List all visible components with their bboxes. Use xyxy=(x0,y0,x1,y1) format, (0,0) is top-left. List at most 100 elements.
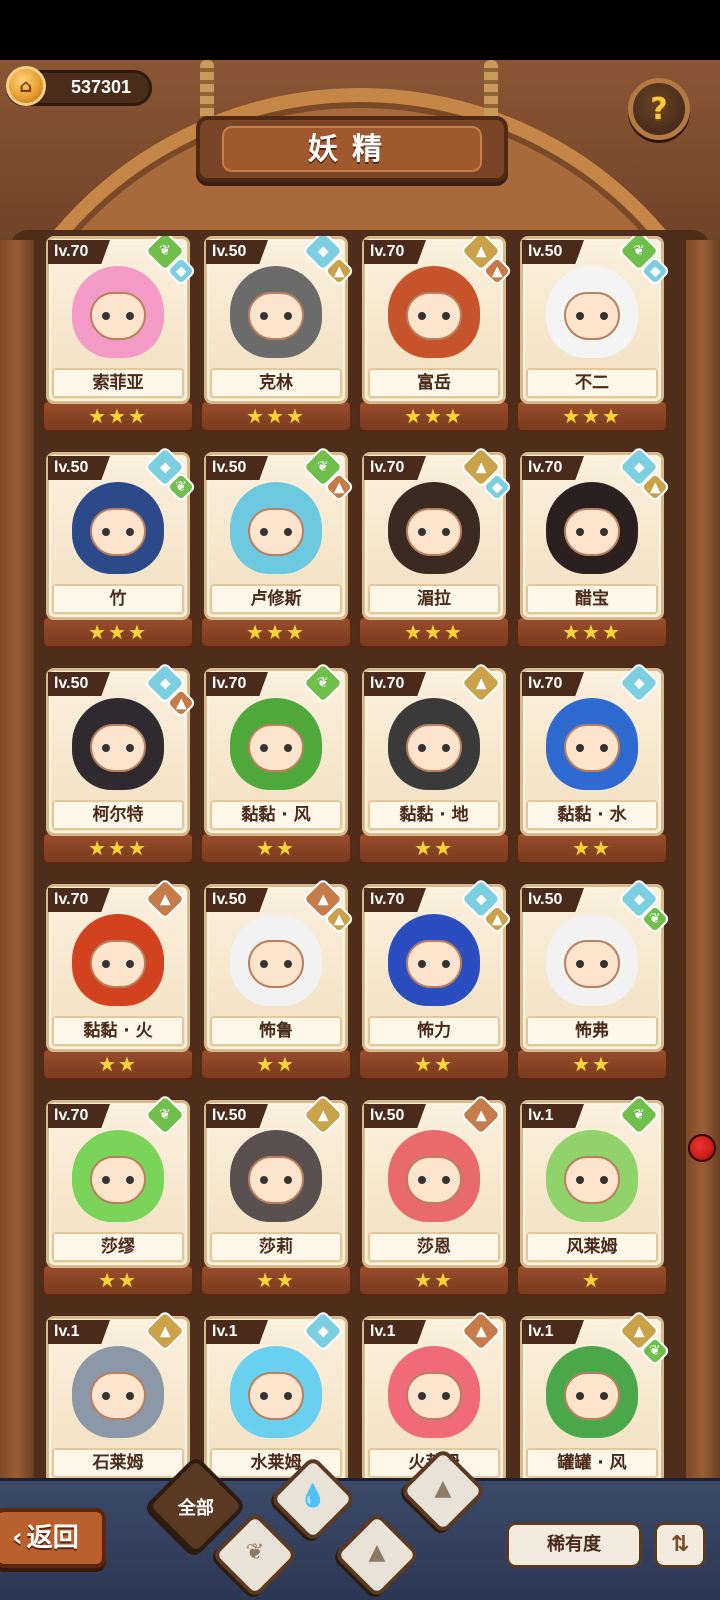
fairy-card[interactable]: lv.70 ◆ ▲ 怖力 ★★ xyxy=(358,877,513,1080)
grass-element-glyph: ❦ xyxy=(175,478,187,495)
water-drop-icon: 💧 xyxy=(299,1484,327,1509)
fairy-card[interactable]: lv.50 ❦ ▲ 卢修斯 ★★★ xyxy=(200,445,355,648)
fairy-eye xyxy=(284,744,292,752)
level-badge: lv.70 xyxy=(364,456,426,480)
fairy-card[interactable]: lv.50 ▲ 莎莉 ★★ xyxy=(200,1093,352,1296)
fairy-name: 莎缪 xyxy=(52,1232,184,1262)
grass-element-glyph: ❦ xyxy=(317,674,329,691)
fairy-card[interactable]: lv.70 ❦ 莎缪 ★★ xyxy=(42,1093,194,1296)
fairy-card[interactable]: lv.50 ◆ ❦ 怖弗 ★★ xyxy=(516,877,671,1080)
star-rating: ★★★ xyxy=(562,620,622,644)
star-rating: ★★★ xyxy=(404,404,464,428)
fairy-name: 黏黏 · 风 xyxy=(210,800,342,830)
water-element-glyph: ◆ xyxy=(475,891,487,907)
fairy-eye xyxy=(126,744,134,752)
page-title: 妖精 xyxy=(222,126,482,172)
rarity-sort-button[interactable]: 稀有度 xyxy=(506,1522,642,1568)
fairy-card[interactable]: lv.70 ◆ ▲ 醋宝 ★★★ xyxy=(516,445,671,648)
fairy-card[interactable]: lv.70 ◆ 黏黏 · 水 ★★ xyxy=(516,661,668,864)
fairy-face xyxy=(564,292,620,340)
fairy-name: 竹 xyxy=(52,584,184,614)
fairy-name: 黏黏 · 地 xyxy=(368,800,500,830)
level-badge: lv.50 xyxy=(206,240,268,264)
fairy-name: 黏黏 · 水 xyxy=(526,800,658,830)
fairy-eye xyxy=(126,528,134,536)
fairy-eye xyxy=(102,1392,110,1400)
fairy-face xyxy=(406,508,462,556)
fairy-eye xyxy=(284,960,292,968)
star-rating: ★ xyxy=(582,1268,602,1292)
coin-amount: 537301 xyxy=(70,77,132,97)
fairy-card[interactable]: lv.70 ▲ 黏黏 · 火 ★★ xyxy=(42,877,194,1080)
fairy-face xyxy=(248,292,304,340)
fairy-eye xyxy=(260,528,268,536)
earth-element-glyph: ▲ xyxy=(333,263,345,279)
fairy-card[interactable]: lv.50 ▲ ▲ 怖鲁 ★★ xyxy=(200,877,355,1080)
fire-element-glyph: ▲ xyxy=(175,695,187,711)
level-badge: lv.50 xyxy=(206,1104,268,1128)
fairy-card[interactable]: lv.70 ❦ 黏黏 · 风 ★★ xyxy=(200,661,352,864)
star-rating: ★★ xyxy=(572,1052,612,1076)
fairy-card[interactable]: lv.50 ◆ ❦ 竹 ★★★ xyxy=(42,445,197,648)
fairy-eye xyxy=(284,312,292,320)
grass-element-glyph: ❦ xyxy=(317,458,329,475)
level-badge: lv.70 xyxy=(364,672,426,696)
fairy-eye xyxy=(260,960,268,968)
fairy-face xyxy=(406,940,462,988)
fairy-eye xyxy=(260,1392,268,1400)
ladybug-icon[interactable] xyxy=(688,1134,716,1162)
fairy-card[interactable]: lv.50 ◆ ▲ 克林 ★★★ xyxy=(200,236,355,432)
fairy-eye xyxy=(102,960,110,968)
fairy-face xyxy=(564,1372,620,1420)
back-button[interactable]: ‹ 返回 xyxy=(0,1508,106,1568)
fairy-face xyxy=(90,724,146,772)
fairy-eye xyxy=(418,312,426,320)
fairy-face xyxy=(248,508,304,556)
fairy-eye xyxy=(600,312,608,320)
right-pillar xyxy=(686,240,720,1540)
help-button[interactable]: ? xyxy=(628,78,690,140)
fairy-face xyxy=(90,940,146,988)
fairy-face xyxy=(564,1156,620,1204)
fairy-face xyxy=(248,940,304,988)
water-element-glyph: ◆ xyxy=(491,479,503,495)
water-element-glyph: ◆ xyxy=(317,1323,329,1339)
fairy-face xyxy=(90,292,146,340)
grass-element-glyph: ❦ xyxy=(649,1342,661,1359)
fairy-card[interactable]: lv.50 ▲ 莎恩 ★★ xyxy=(358,1093,510,1296)
fire-element-glyph: ▲ xyxy=(491,263,503,279)
fairy-eye xyxy=(284,1392,292,1400)
water-element-glyph: ◆ xyxy=(633,891,645,907)
fairy-card[interactable]: lv.1 ❦ 风莱姆 ★ xyxy=(516,1093,668,1296)
fire-element-glyph: ▲ xyxy=(475,1107,487,1123)
fairy-name: 湄拉 xyxy=(368,584,500,614)
fairy-card[interactable]: lv.70 ▲ ▲ 富岳 ★★★ xyxy=(358,236,513,432)
fairy-eye xyxy=(102,744,110,752)
level-badge: lv.70 xyxy=(48,240,110,264)
fairy-name: 怖力 xyxy=(368,1016,500,1046)
chevron-left-icon: ‹ xyxy=(12,1523,23,1553)
star-rating: ★★ xyxy=(414,1052,454,1076)
sort-icon[interactable]: ⇅ xyxy=(654,1522,706,1568)
fairy-eye xyxy=(102,312,110,320)
fairy-card[interactable]: lv.70 ❦ ◆ 索菲亚 ★★★ xyxy=(42,236,197,432)
fairy-eye xyxy=(102,528,110,536)
fairy-card[interactable]: lv.70 ▲ 黏黏 · 地 ★★ xyxy=(358,661,510,864)
fairy-card[interactable]: lv.50 ◆ ▲ 柯尔特 ★★★ xyxy=(42,661,197,864)
star-rating: ★★ xyxy=(256,836,296,860)
fairy-eye xyxy=(284,1176,292,1184)
star-rating: ★★ xyxy=(256,1268,296,1292)
earth-element-glyph: ▲ xyxy=(475,675,487,691)
star-rating: ★★★ xyxy=(404,620,464,644)
fairy-name: 黏黏 · 火 xyxy=(52,1016,184,1046)
fairy-eye xyxy=(284,528,292,536)
water-element-glyph: ◆ xyxy=(649,263,661,279)
filter-all-label: 全部 xyxy=(178,1498,214,1519)
fairy-eye xyxy=(260,1176,268,1184)
star-rating: ★★★ xyxy=(246,620,306,644)
fairy-card[interactable]: lv.70 ▲ ◆ 湄拉 ★★★ xyxy=(358,445,513,648)
fairy-name: 不二 xyxy=(526,368,658,398)
fairy-card[interactable]: lv.50 ❦ ◆ 不二 ★★★ xyxy=(516,236,671,432)
star-rating: ★★★ xyxy=(246,404,306,428)
earth-element-glyph: ▲ xyxy=(633,1323,645,1339)
